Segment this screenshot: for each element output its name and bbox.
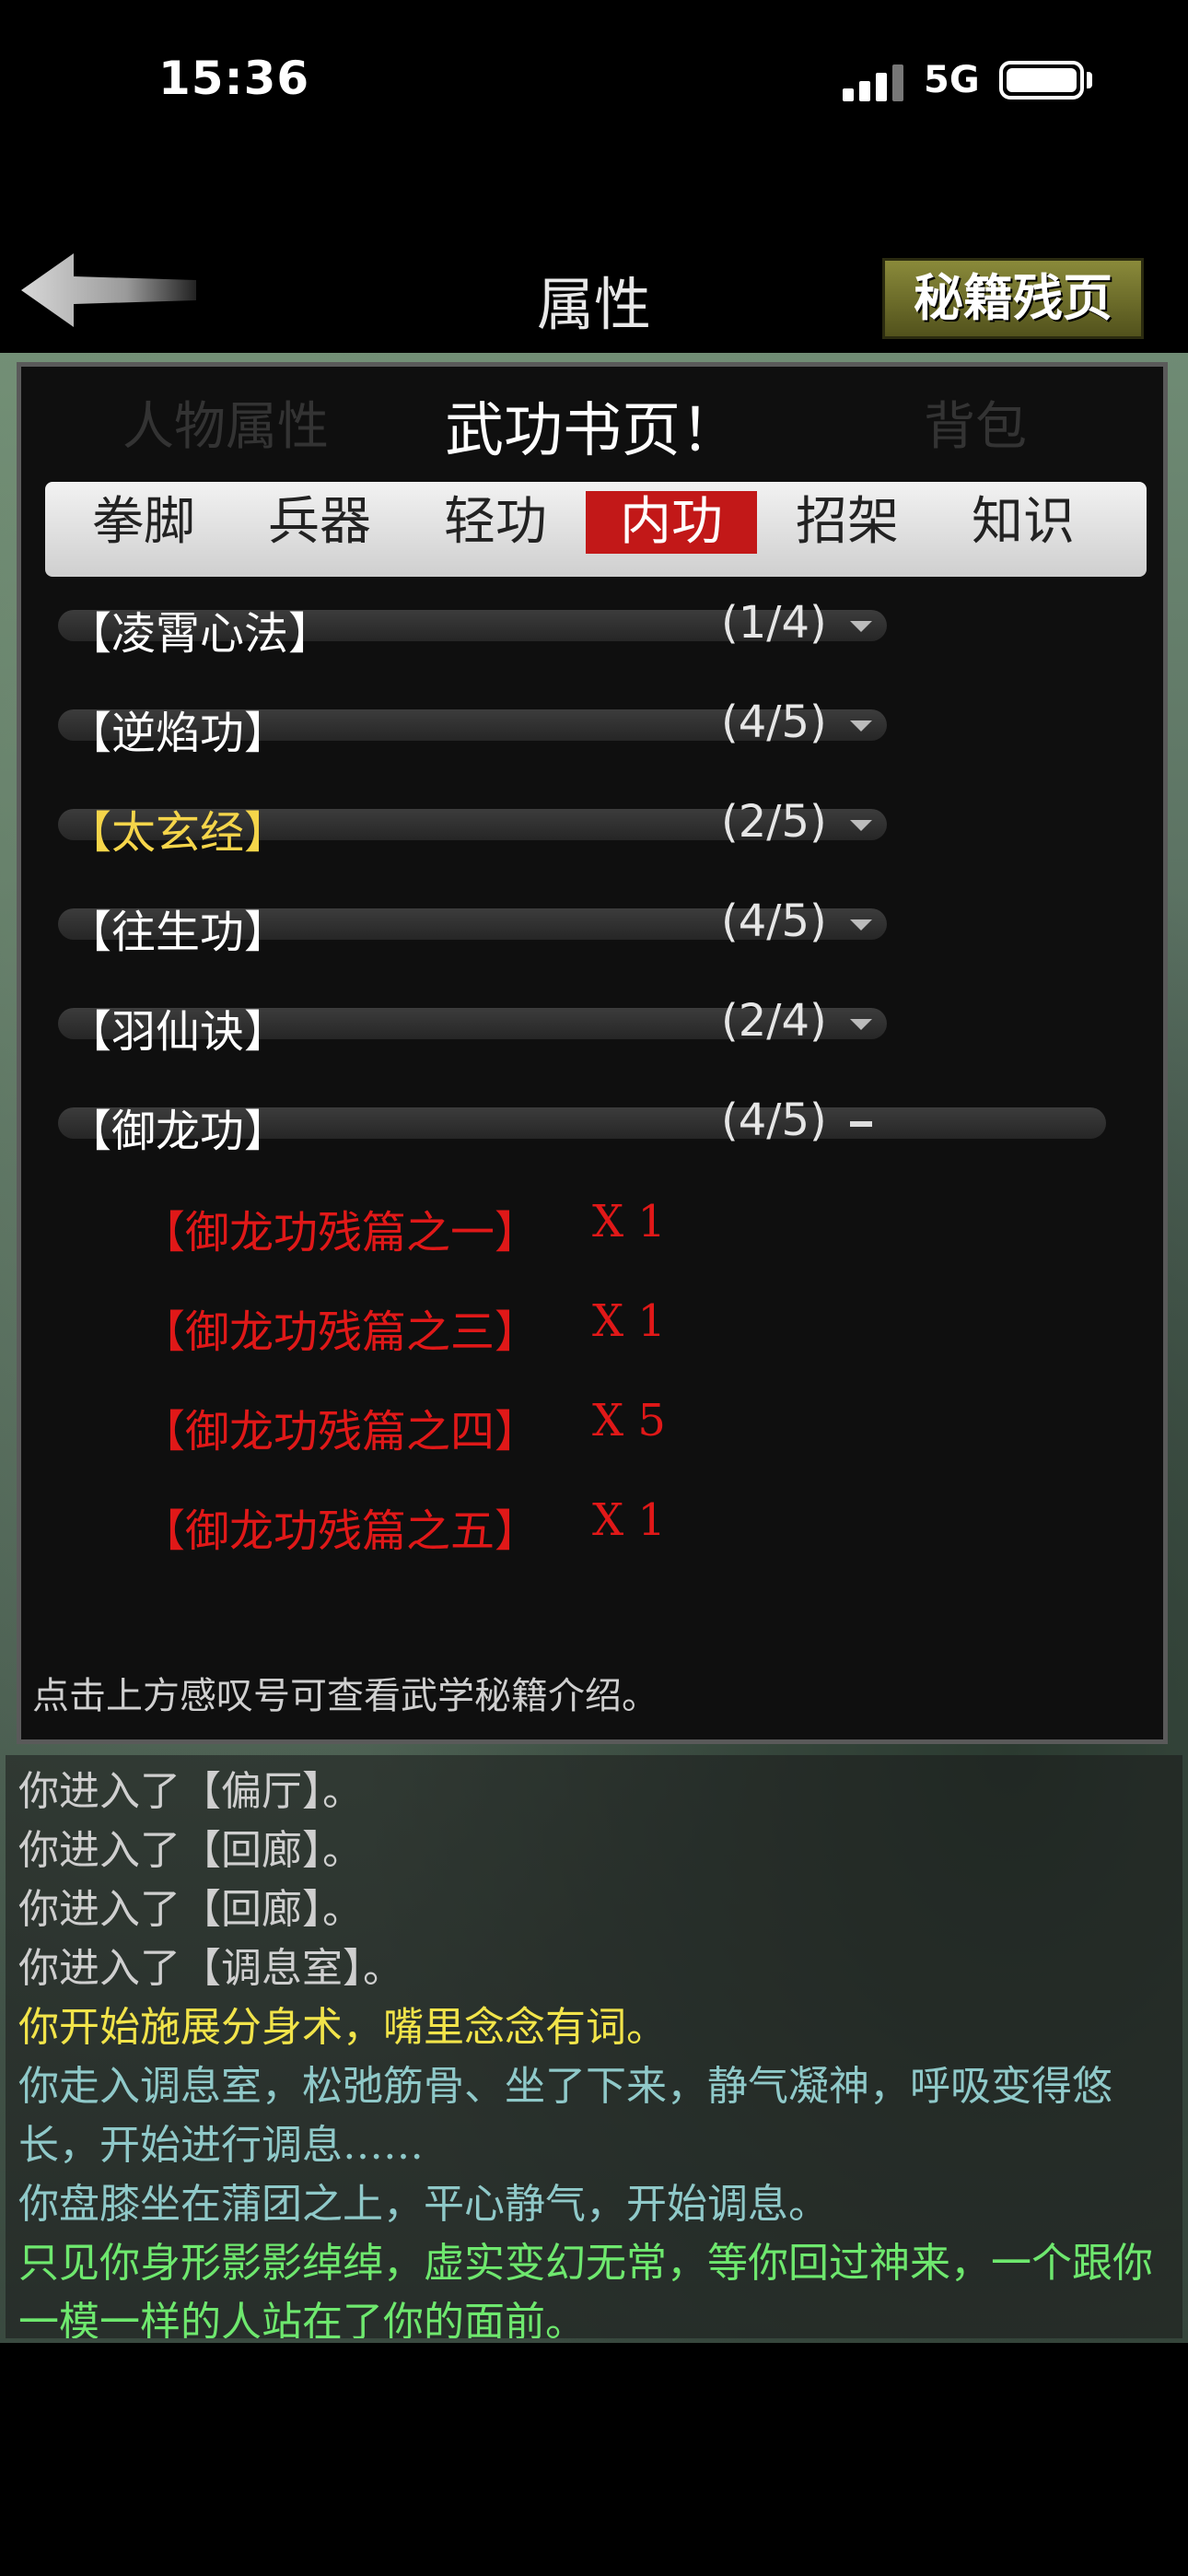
category-tabs: 拳脚 兵器 轻功 内功 招架 知识 — [45, 482, 1147, 577]
skill-count: (2/4) — [721, 995, 827, 1047]
fragment-name: 【御龙功残篇之三】 — [141, 1306, 540, 1358]
fragment-qty: X 1 — [592, 1196, 666, 1247]
network-type: 5G — [924, 59, 980, 101]
skill-name: 【太玄经】 — [67, 807, 289, 859]
chevron-down-icon[interactable] — [850, 820, 872, 831]
chevron-down-icon[interactable] — [850, 919, 872, 931]
fragment-item: 【御龙功残篇之一】 X 1 — [141, 1196, 666, 1260]
fragment-item: 【御龙功残篇之三】 X 1 — [141, 1295, 666, 1360]
log-line: 你进入了【回廊】。 — [18, 1886, 363, 1933]
panel-title[interactable]: 武功书页！ — [21, 383, 1163, 468]
skill-row[interactable]: 【太玄经】 (2/5) — [58, 796, 1126, 859]
skill-count: (4/5) — [721, 697, 827, 748]
skill-row[interactable]: 【凌霄心法】 (1/4) — [58, 597, 1126, 660]
skill-name: 【凌霄心法】 — [67, 608, 333, 660]
battery-tip — [1087, 72, 1092, 88]
fragment-name: 【御龙功残篇之四】 — [141, 1406, 540, 1458]
skill-row[interactable]: 【羽仙诀】 (2/4) — [58, 995, 1126, 1058]
message-log: 你进入了【偏厅】。 你进入了【回廊】。 你进入了【回廊】。 你进入了【调息室】。… — [6, 1755, 1182, 2338]
log-line: 你开始施展分身术，嘴里念念有词。 — [18, 2004, 667, 2051]
skill-name: 【逆焰功】 — [67, 708, 289, 759]
tab-fist[interactable]: 拳脚 — [58, 491, 229, 554]
tab-knowledge[interactable]: 知识 — [938, 491, 1109, 554]
fragment-name: 【御龙功残篇之五】 — [141, 1505, 540, 1557]
tab-lightness[interactable]: 轻功 — [410, 491, 581, 554]
skill-row[interactable]: 【逆焰功】 (4/5) — [58, 697, 1126, 759]
skill-count: (1/4) — [721, 597, 827, 649]
collapse-minus-icon[interactable] — [850, 1118, 872, 1130]
fragment-item: 【御龙功残篇之四】 X 5 — [141, 1395, 666, 1459]
skill-name: 【羽仙诀】 — [67, 1006, 289, 1058]
panel-hint: 点击上方感叹号可查看武学秘籍介绍。 — [32, 1675, 658, 1717]
skill-name: 【御龙功】 — [67, 1106, 289, 1157]
fragment-qty: X 5 — [592, 1395, 666, 1446]
log-line: 只见你身形影影绰绰，虚实变幻无常，等你回过神来，一个跟你一模一样的人站在了你的面… — [18, 2240, 1153, 2338]
tab-weapon[interactable]: 兵器 — [234, 491, 405, 554]
battery-icon — [999, 61, 1084, 100]
log-line: 你进入了【回廊】。 — [18, 1827, 363, 1874]
fragment-name: 【御龙功残篇之一】 — [141, 1207, 540, 1259]
clock: 15:36 — [158, 52, 310, 105]
skill-name: 【往生功】 — [67, 907, 289, 958]
martial-pages-panel: 人物属性 背包 武功书页！ 拳脚 兵器 轻功 内功 招架 知识 【凌霄心法】 (… — [17, 362, 1168, 1744]
tab-inner-skill[interactable]: 内功 — [586, 491, 757, 554]
log-line: 你进入了【偏厅】。 — [18, 1768, 363, 1815]
skill-row-expanded[interactable]: 【御龙功】 (4/5) — [58, 1095, 1126, 1157]
log-line: 你进入了【调息室】。 — [18, 1945, 403, 1992]
skill-count: (4/5) — [721, 1095, 827, 1146]
chevron-down-icon[interactable] — [850, 1019, 872, 1030]
cellular-signal-icon — [843, 64, 903, 101]
skill-row[interactable]: 【往生功】 (4/5) — [58, 896, 1126, 958]
fragment-item: 【御龙功残篇之五】 X 1 — [141, 1494, 666, 1559]
log-line: 你盘膝坐在蒲团之上，平心静气，开始调息。 — [18, 2181, 829, 2228]
tab-parry[interactable]: 招架 — [762, 491, 933, 554]
nav-bar: 属性 秘籍残页 — [0, 221, 1188, 355]
log-line: 你走入调息室，松弛筋骨、坐了下来，静气凝神，呼吸变得悠长，开始进行调息…… — [18, 2063, 1112, 2169]
chevron-down-icon[interactable] — [850, 621, 872, 632]
fragment-qty: X 1 — [592, 1494, 666, 1546]
chevron-down-icon[interactable] — [850, 720, 872, 732]
status-bar: 15:36 5G — [0, 0, 1188, 166]
skill-count: (2/5) — [721, 796, 827, 848]
skill-count: (4/5) — [721, 896, 827, 947]
scroll-fragments-button[interactable]: 秘籍残页 — [882, 258, 1144, 339]
fragment-qty: X 1 — [592, 1295, 666, 1347]
